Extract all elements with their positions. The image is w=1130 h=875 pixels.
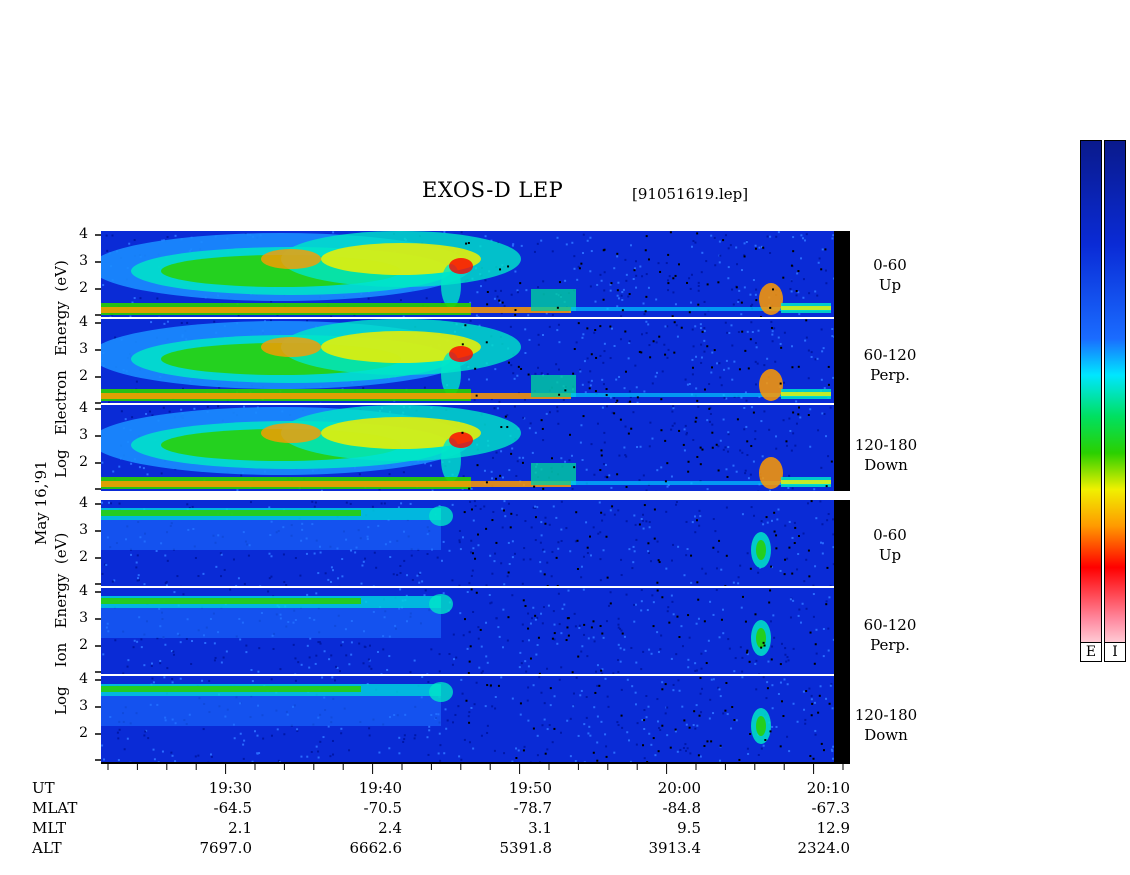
ytick-label: 2 bbox=[79, 280, 88, 296]
orbit-value-mlt: 12.9 bbox=[816, 819, 850, 837]
ion-ylabel: Log Ion Energy (eV) bbox=[52, 532, 70, 715]
ytick-label: 4 bbox=[79, 314, 88, 330]
date-label: May 16,'91 bbox=[32, 460, 50, 545]
ytick-label: 3 bbox=[79, 253, 88, 269]
electron-ylabel: Log Electron Energy (eV) bbox=[52, 260, 70, 478]
pitch-label: 0-60 Up bbox=[873, 256, 907, 294]
ytick-label: 3 bbox=[79, 522, 88, 538]
orbit-value-alt: 6662.6 bbox=[349, 839, 403, 857]
ytick-marks bbox=[95, 234, 101, 316]
row-label-mlat: MLAT bbox=[32, 799, 78, 817]
orbit-value-alt: 3913.4 bbox=[648, 839, 702, 857]
row-label-mlt: MLT bbox=[32, 819, 67, 837]
colorbar-label-i: I bbox=[1104, 642, 1126, 662]
orbit-value-mlt: 3.1 bbox=[528, 819, 552, 837]
colorbar-ion bbox=[1104, 140, 1126, 662]
ytick-label: 3 bbox=[79, 610, 88, 626]
orbit-value-mlt: 2.4 bbox=[378, 819, 402, 837]
ytick-marks bbox=[95, 322, 101, 404]
ytick-label: 3 bbox=[79, 427, 88, 443]
orbit-value-mlat: -70.5 bbox=[363, 799, 402, 817]
ion-panel-perp bbox=[101, 588, 850, 674]
colorbar-electron bbox=[1080, 140, 1102, 662]
orbit-value-mlt: 9.5 bbox=[677, 819, 701, 837]
pitch-label: 60-120 Perp. bbox=[863, 616, 917, 654]
orbit-value-mlat: -78.7 bbox=[513, 799, 552, 817]
colorbar-label-e: E bbox=[1080, 642, 1102, 662]
orbit-value-ut: 19:40 bbox=[358, 779, 402, 797]
ytick-label: 4 bbox=[79, 495, 88, 511]
orbit-value-ut: 20:10 bbox=[806, 779, 850, 797]
orbit-value-ut: 19:30 bbox=[208, 779, 252, 797]
chart-title: EXOS-D LEP bbox=[422, 178, 564, 202]
orbit-value-alt: 5391.8 bbox=[499, 839, 553, 857]
ytick-label: 2 bbox=[79, 637, 88, 653]
ytick-label: 2 bbox=[79, 368, 88, 384]
ytick-label: 4 bbox=[79, 400, 88, 416]
row-label-alt: ALT bbox=[32, 839, 62, 857]
orbit-value-mlat: -67.3 bbox=[811, 799, 850, 817]
electron-panel-down bbox=[101, 405, 850, 491]
ytick-label: 4 bbox=[79, 226, 88, 242]
orbit-value-mlt: 2.1 bbox=[228, 819, 252, 837]
orbit-value-alt: 7697.0 bbox=[199, 839, 253, 857]
ion-panel-up bbox=[101, 500, 850, 586]
pitch-label: 60-120 Perp. bbox=[863, 346, 917, 384]
ytick-label: 2 bbox=[79, 454, 88, 470]
pitch-label: 120-180 Down bbox=[854, 436, 918, 474]
orbit-value-mlat: -84.8 bbox=[662, 799, 701, 817]
ytick-label: 2 bbox=[79, 725, 88, 741]
ytick-label: 4 bbox=[79, 671, 88, 687]
ion-panel-down bbox=[101, 676, 850, 762]
electron-panel-up bbox=[101, 231, 850, 317]
ytick-marks bbox=[95, 591, 101, 673]
row-label-ut: UT bbox=[32, 779, 55, 797]
time-axis bbox=[101, 762, 850, 774]
ytick-label: 2 bbox=[79, 549, 88, 565]
ytick-label: 3 bbox=[79, 341, 88, 357]
electron-panel-perp bbox=[101, 319, 850, 403]
pitch-label: 0-60 Up bbox=[873, 526, 907, 564]
ytick-label: 3 bbox=[79, 698, 88, 714]
file-name: [91051619.lep] bbox=[632, 185, 749, 203]
orbit-value-ut: 20:00 bbox=[657, 779, 701, 797]
ytick-marks bbox=[95, 503, 101, 585]
ytick-label: 4 bbox=[79, 583, 88, 599]
ytick-marks bbox=[95, 679, 101, 761]
orbit-value-mlat: -64.5 bbox=[213, 799, 252, 817]
pitch-label: 120-180 Down bbox=[854, 706, 918, 744]
orbit-value-ut: 19:50 bbox=[508, 779, 552, 797]
ytick-marks bbox=[95, 408, 101, 490]
orbit-value-alt: 2324.0 bbox=[797, 839, 851, 857]
